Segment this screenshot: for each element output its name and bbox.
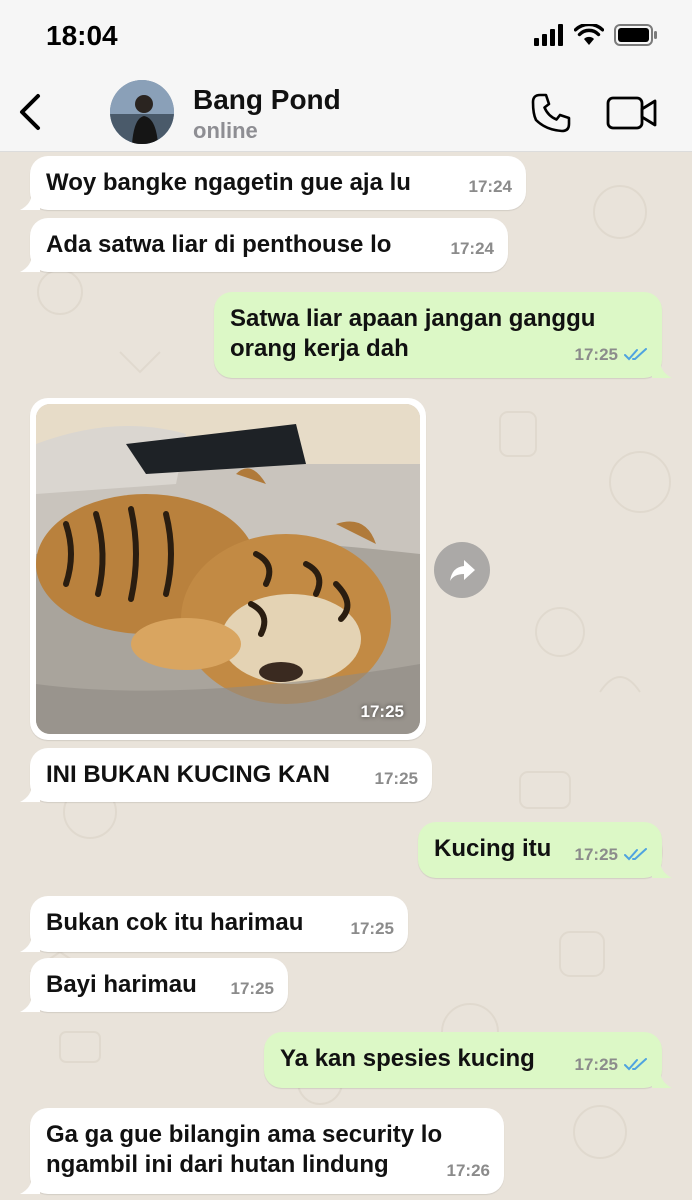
double-check-read-icon: [624, 1058, 647, 1071]
message-time: 17:25: [574, 345, 618, 364]
bubble-tail: [20, 934, 40, 952]
message-time: 17:25: [230, 979, 274, 998]
wifi-icon: [573, 22, 605, 51]
message-time: 17:25: [374, 769, 418, 788]
chat-header: Bang Pond online: [0, 74, 692, 152]
message-text: Bukan cok itu harimau: [46, 909, 304, 936]
status-time: 18:04: [46, 20, 118, 51]
image-message[interactable]: 17:25: [30, 398, 426, 740]
message-meta: 17:25: [575, 340, 648, 370]
bubble-tail: [652, 860, 672, 878]
message-time: 17:25: [574, 1055, 618, 1074]
message-text: INI BUKAN KUCING KAN: [46, 761, 330, 788]
status-bar: 18:04: [0, 0, 692, 74]
video-camera-icon: [606, 96, 657, 130]
message-time: 17:25: [360, 702, 404, 721]
double-check-read-icon: [624, 848, 647, 861]
message-meta: 17:25: [351, 914, 394, 944]
message-bubble-incoming[interactable]: Bukan cok itu harimau 17:25: [20, 896, 408, 952]
message-bubble-incoming[interactable]: INI BUKAN KUCING KAN 17:25: [20, 748, 432, 802]
message-time: 17:24: [468, 177, 512, 196]
message-text: Ya kan spesies kucing: [280, 1045, 535, 1072]
message-meta: 17:24: [451, 234, 494, 264]
message-meta: 17:25: [575, 1050, 648, 1080]
message-meta: 17:25: [231, 974, 274, 1004]
message-meta: 17:26: [447, 1156, 490, 1186]
chevron-left-icon: [20, 94, 40, 130]
back-button[interactable]: [14, 92, 46, 132]
message-text: Ada satwa liar di penthouse lo: [46, 231, 392, 258]
voice-call-button[interactable]: [530, 92, 572, 134]
message-bubble-incoming[interactable]: Ga ga gue bilangin ama security lo ngamb…: [20, 1108, 504, 1194]
message-time: 17:25: [574, 845, 618, 864]
double-check-read-icon: [624, 348, 647, 361]
message-time: 17:24: [450, 239, 494, 258]
message-time: 17:26: [446, 1161, 490, 1180]
bubble-tail: [20, 254, 40, 272]
battery-icon: [614, 24, 658, 51]
bubble-tail: [652, 1070, 672, 1088]
phone-icon: [531, 93, 571, 133]
message-bubble-incoming[interactable]: Ada satwa liar di penthouse lo 17:24: [20, 218, 508, 272]
message-meta: 17:25: [375, 764, 418, 794]
bubble-tail: [652, 360, 672, 378]
bubble-tail: [20, 192, 40, 210]
forward-button[interactable]: [434, 542, 490, 598]
message-meta: 17:25: [575, 840, 648, 870]
forward-arrow-icon: [450, 560, 475, 581]
message-bubble-outgoing[interactable]: Ya kan spesies kucing 17:25: [264, 1032, 672, 1088]
message-time: 17:25: [350, 919, 394, 938]
contact-avatar[interactable]: [110, 80, 174, 144]
video-call-button[interactable]: [606, 94, 658, 132]
signal-icon: [534, 24, 566, 51]
bubble-tail: [20, 1176, 40, 1194]
message-bubble-incoming[interactable]: Woy bangke ngagetin gue aja lu 17:24: [20, 156, 526, 210]
message-text: Ga ga gue bilangin ama security lo ngamb…: [46, 1121, 443, 1178]
contact-status: online: [193, 118, 258, 143]
message-text: Woy bangke ngagetin gue aja lu: [46, 169, 411, 196]
sleeping-tiger-cub-photo: [36, 404, 420, 734]
message-bubble-incoming[interactable]: Bayi harimau 17:25: [20, 958, 288, 1012]
message-bubble-outgoing[interactable]: Satwa liar apaan jangan ganggu orang ker…: [214, 292, 672, 378]
message-text: Bayi harimau: [46, 971, 197, 998]
message-text: Satwa liar apaan jangan ganggu orang ker…: [230, 305, 596, 362]
message-meta: 17:24: [469, 172, 512, 202]
message-text: Kucing itu: [434, 835, 552, 862]
contact-name[interactable]: Bang Pond: [193, 84, 341, 116]
status-icons: [534, 22, 658, 51]
bubble-tail: [20, 784, 40, 802]
message-bubble-outgoing[interactable]: Kucing itu 17:25: [418, 822, 672, 878]
bubble-tail: [20, 994, 40, 1012]
chat-area[interactable]: Woy bangke ngagetin gue aja lu 17:24 Ada…: [0, 152, 692, 1200]
